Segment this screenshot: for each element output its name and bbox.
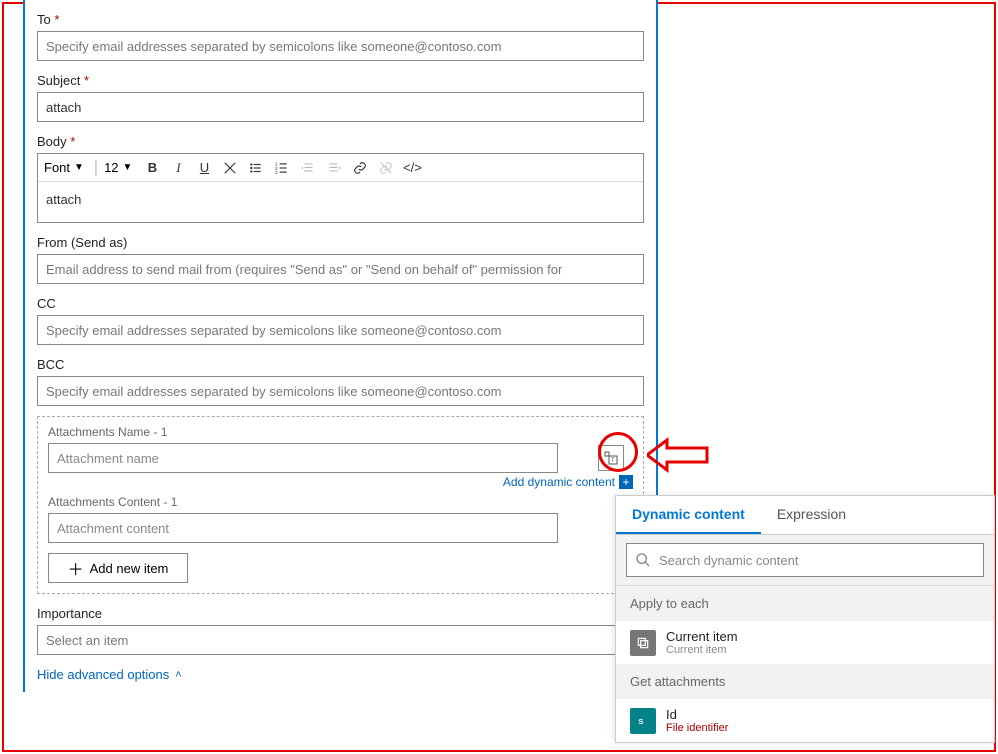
link-icon[interactable] <box>350 158 370 178</box>
dynamic-content-search[interactable]: Search dynamic content <box>626 543 984 577</box>
loop-icon <box>630 630 656 656</box>
body-toolbar: Font▼ | 12▼ B I U 123 <box>38 154 643 182</box>
subject-label: Subject * <box>37 73 644 88</box>
dc-item-id[interactable]: S Id File identifier <box>616 699 994 742</box>
svg-text:S: S <box>638 716 643 725</box>
bcc-label: BCC <box>37 357 644 372</box>
attachments-group: Attachments Name - 1 T Add dynamic conte… <box>37 416 644 594</box>
body-label: Body * <box>37 134 644 149</box>
from-input[interactable] <box>37 254 644 284</box>
body-editor: Font▼ | 12▼ B I U 123 <box>37 153 644 223</box>
body-textarea[interactable]: attach <box>38 182 643 222</box>
font-color-icon[interactable] <box>220 158 240 178</box>
to-label: To * <box>37 12 644 27</box>
attachments-content-input[interactable] <box>48 513 558 543</box>
switch-to-array-button[interactable]: T <box>598 445 624 471</box>
hide-advanced-options-link[interactable]: Hide advanced options ˄ <box>37 667 644 682</box>
outdent-icon[interactable] <box>298 158 318 178</box>
att-name-label: Attachments Name - 1 <box>48 425 633 439</box>
underline-icon[interactable]: U <box>194 158 214 178</box>
dc-section-apply-to-each: Apply to each <box>616 586 994 621</box>
subject-input[interactable] <box>37 92 644 122</box>
plus-icon: ＋ <box>68 556 84 580</box>
tab-expression[interactable]: Expression <box>761 496 862 534</box>
sharepoint-icon: S <box>630 708 656 734</box>
dynamic-content-panel: Dynamic content Expression Search dynami… <box>615 495 995 743</box>
importance-label: Importance <box>37 606 644 621</box>
dc-item-current-item[interactable]: Current item Current item <box>616 621 994 664</box>
bold-icon[interactable]: B <box>142 158 162 178</box>
indent-icon[interactable] <box>324 158 344 178</box>
from-label: From (Send as) <box>37 235 644 250</box>
unlink-icon[interactable] <box>376 158 396 178</box>
search-icon <box>635 552 651 568</box>
bullet-list-icon[interactable] <box>246 158 266 178</box>
svg-text:T: T <box>611 458 615 464</box>
to-input[interactable] <box>37 31 644 61</box>
bcc-input[interactable] <box>37 376 644 406</box>
italic-icon[interactable]: I <box>168 158 188 178</box>
add-new-item-button[interactable]: ＋ Add new item <box>48 553 188 583</box>
code-view-icon[interactable]: </> <box>402 158 422 178</box>
font-size-select[interactable]: 12▼ <box>104 160 136 175</box>
plus-icon: + <box>619 475 633 489</box>
cc-input[interactable] <box>37 315 644 345</box>
add-dynamic-content-link[interactable]: Add dynamic content + <box>48 475 633 489</box>
tab-dynamic-content[interactable]: Dynamic content <box>616 496 761 534</box>
chevron-up-icon: ˄ <box>175 669 181 681</box>
att-content-label: Attachments Content - 1 <box>48 495 633 509</box>
font-select[interactable]: Font▼ <box>44 160 88 175</box>
dc-section-get-attachments: Get attachments <box>616 664 994 699</box>
numbered-list-icon[interactable]: 123 <box>272 158 292 178</box>
importance-select[interactable]: Select an item ▾ <box>37 625 644 655</box>
array-mode-icon: T <box>603 450 619 466</box>
attachments-name-input[interactable] <box>48 443 558 473</box>
svg-text:3: 3 <box>275 169 278 174</box>
email-action-card: To * Subject * Body * Font▼ | 12▼ B I U … <box>23 0 658 692</box>
cc-label: CC <box>37 296 644 311</box>
